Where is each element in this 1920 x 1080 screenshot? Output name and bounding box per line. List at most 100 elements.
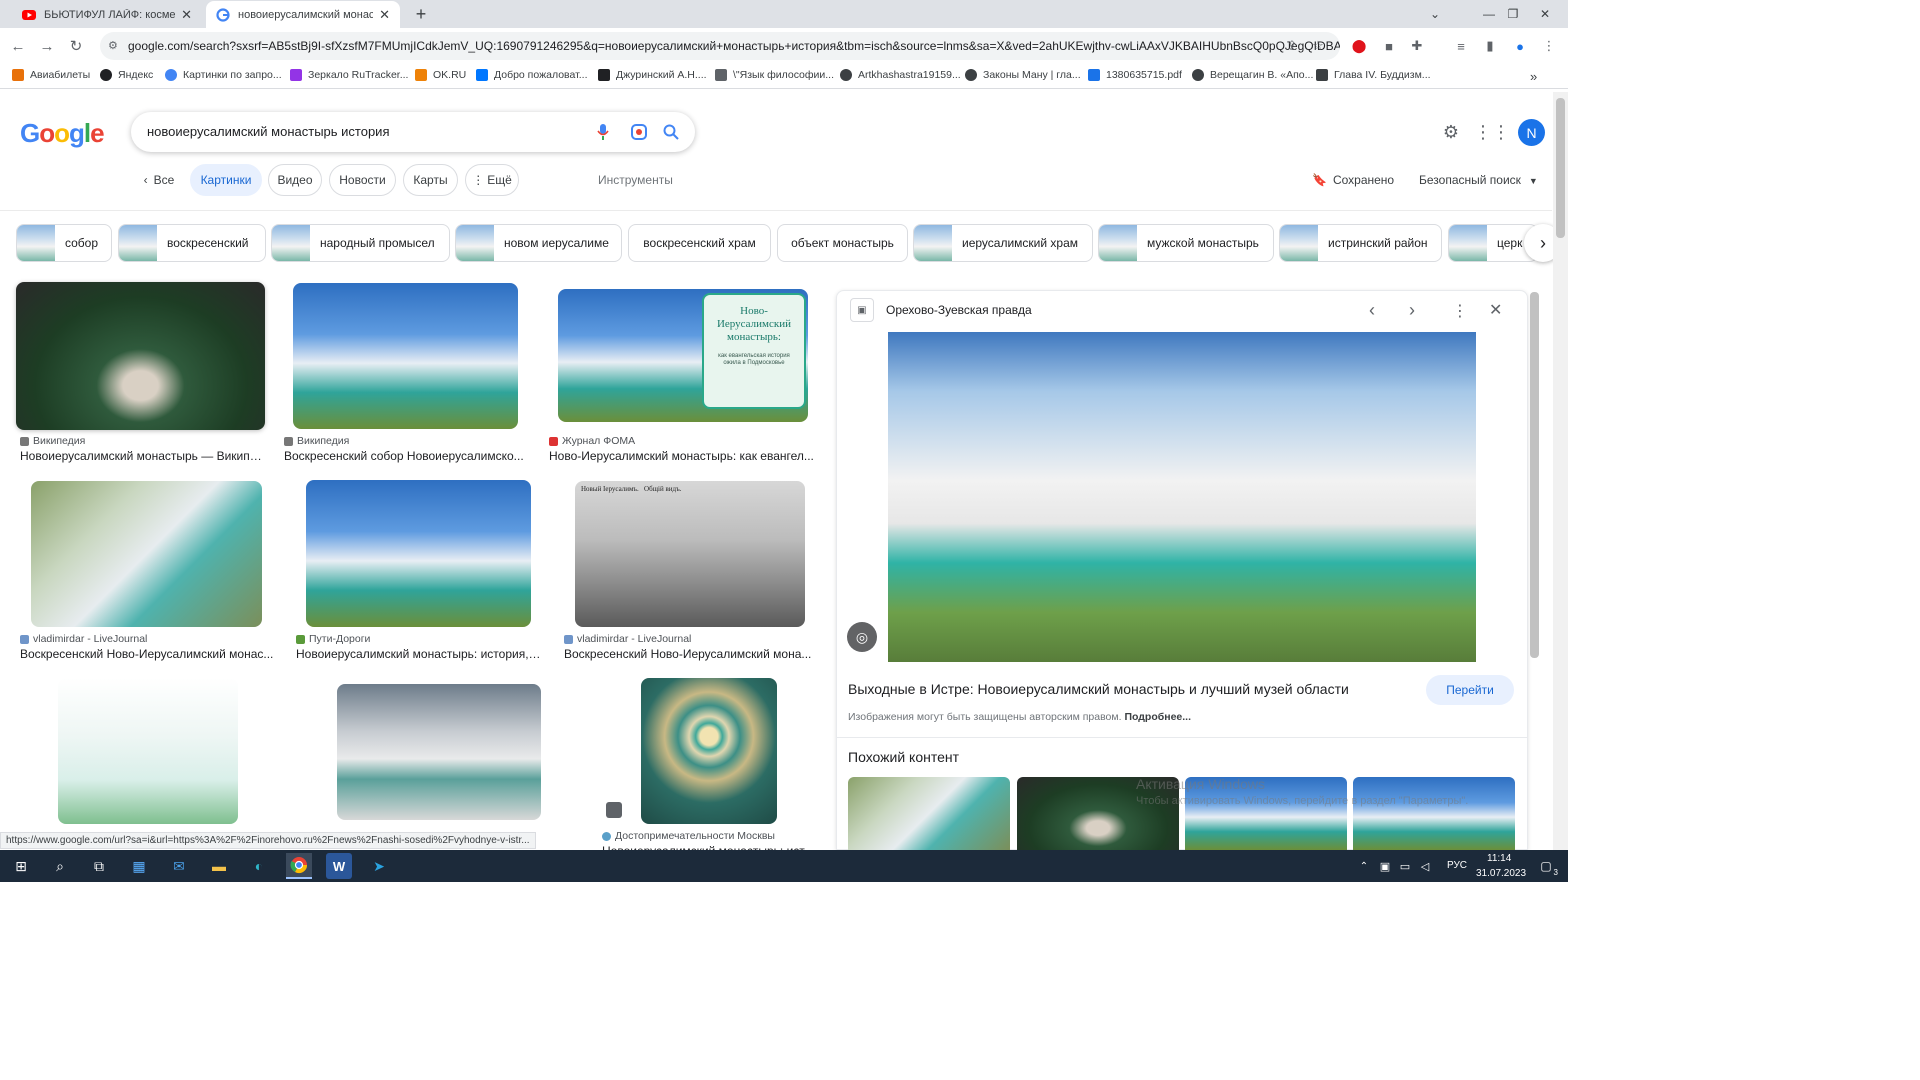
preview-image[interactable] (888, 332, 1476, 662)
related-chip[interactable]: мужской монастырь (1098, 224, 1274, 262)
search-input[interactable]: новоиерусалимский монастырь история (147, 124, 390, 139)
more-options-icon[interactable]: ⋮ (1452, 301, 1468, 321)
clock-date[interactable]: 31.07.2023 (1476, 868, 1526, 879)
profile-icon[interactable]: ● (1511, 37, 1529, 55)
display-icon[interactable]: ▭ (1396, 853, 1414, 879)
bookmark-item[interactable]: Яндекс (100, 69, 153, 81)
related-chip[interactable]: народный промысел (271, 224, 450, 262)
result-source[interactable]: vladimirdar - LiveJournal (564, 633, 691, 645)
filter-all[interactable]: ‹ Все (134, 164, 184, 196)
search-box[interactable]: новоиерусалимский монастырь история (131, 112, 695, 152)
bookmark-item[interactable]: Авиабилеты (12, 69, 90, 81)
tab-youtube[interactable]: БЬЮТИФУЛ ЛАЙФ: косметолог... ✕ (12, 1, 202, 28)
opera-icon[interactable]: ⬤ (1350, 37, 1368, 55)
panel-source[interactable]: Орехово-Зуевская правда (886, 303, 1032, 317)
next-image-button[interactable]: › (1409, 300, 1415, 321)
related-chip[interactable]: воскресенский (118, 224, 266, 262)
result-image[interactable] (31, 481, 262, 627)
lens-search-icon[interactable]: ◎ (847, 622, 877, 652)
filter-video[interactable]: Видео (268, 164, 322, 196)
menu-kebab-icon[interactable]: ⋮ (1540, 37, 1558, 55)
extension-badge-icon[interactable]: ■ (1380, 37, 1398, 55)
site-info-icon[interactable]: ⚙ (108, 39, 118, 52)
edge-icon[interactable]: ◐ (246, 853, 272, 879)
filter-maps[interactable]: Карты (403, 164, 458, 196)
network-icon[interactable]: ▣ (1376, 853, 1394, 879)
close-tab-icon[interactable]: ✕ (379, 7, 390, 23)
bookmark-item[interactable]: Зеркало RuTracker... (290, 69, 408, 81)
extensions-puzzle-icon[interactable]: ✚ (1408, 37, 1426, 55)
forward-icon[interactable]: → (35, 34, 59, 58)
learn-more-link[interactable]: Подробнее... (1124, 711, 1191, 723)
bookmark-item[interactable]: Добро пожаловат... (476, 69, 588, 81)
close-panel-icon[interactable]: ✕ (1489, 300, 1502, 320)
notifications-icon[interactable]: ▢ 3 (1533, 853, 1559, 879)
volume-icon[interactable]: ◁ (1416, 853, 1434, 879)
result-title[interactable]: Воскресенский Ново-Иерусалимский монас..… (20, 647, 278, 661)
filter-images[interactable]: Картинки (190, 164, 262, 196)
more-bookmarks-button[interactable]: » (1530, 69, 1537, 84)
bookmark-item[interactable]: Картинки по запро... (165, 69, 282, 81)
result-image[interactable] (306, 480, 531, 627)
related-chip[interactable]: новом иерусалиме (455, 224, 622, 262)
panel-scrollbar[interactable] (1530, 292, 1539, 658)
result-image[interactable]: Новый Іерусалимъ. Общій видъ. (575, 481, 805, 627)
side-panel-icon[interactable]: ▮ (1481, 37, 1499, 55)
chrome-icon[interactable] (286, 853, 312, 879)
close-window-button[interactable]: ✕ (1522, 0, 1568, 28)
panel-title[interactable]: Выходные в Истре: Новоиерусалимский мона… (848, 681, 1349, 697)
result-image[interactable] (337, 684, 541, 820)
result-source[interactable]: Википедия (284, 435, 349, 447)
related-chip[interactable]: воскресенский храм (628, 224, 771, 262)
back-icon[interactable]: ← (6, 34, 30, 58)
result-title[interactable]: Воскресенский Ново-Иерусалимский мона... (564, 647, 814, 661)
file-explorer-icon[interactable]: ▬ (206, 853, 232, 879)
mail-icon[interactable]: ✉ (166, 853, 192, 879)
result-source[interactable]: Журнал ФОМА (549, 435, 635, 447)
related-chip[interactable]: иерусалимский храм (913, 224, 1093, 262)
bookmark-item[interactable]: 1380635715.pdf (1088, 69, 1182, 81)
filter-more[interactable]: ⋮ Ещё (465, 164, 519, 196)
result-image[interactable] (16, 282, 265, 430)
bookmark-item[interactable]: \"Язык философии... (715, 69, 834, 81)
share-icon[interactable]: ⇪ (1283, 37, 1301, 55)
result-image[interactable] (641, 678, 777, 824)
apps-grid-icon[interactable]: ⋮⋮ (1474, 120, 1510, 144)
saved-button[interactable]: 🔖 Сохранено (1312, 173, 1394, 187)
settings-gear-icon[interactable]: ⚙ (1439, 120, 1463, 144)
safe-search-dropdown[interactable]: Безопасный поиск ▼ (1419, 173, 1538, 187)
result-source[interactable]: Достопримечательности Москвы (602, 830, 775, 842)
store-icon[interactable]: ▦ (126, 853, 152, 879)
word-icon[interactable]: W (326, 853, 352, 879)
avatar[interactable]: N (1518, 119, 1545, 146)
address-bar[interactable]: ⚙ google.com/search?sxsrf=AB5stBj9I-sfXz… (100, 32, 1340, 60)
result-image[interactable]: Ново-Иерусалимский монастырь: как еванге… (558, 289, 808, 422)
close-tab-icon[interactable]: ✕ (181, 7, 192, 23)
similar-image[interactable] (848, 777, 1010, 850)
result-source[interactable]: vladimirdar - LiveJournal (20, 633, 147, 645)
microphone-icon[interactable] (593, 122, 613, 142)
reload-icon[interactable]: ↻ (64, 34, 88, 58)
result-title[interactable]: Новоиерусалимский монастырь: история, ..… (296, 647, 541, 661)
related-chip[interactable]: истринский район (1279, 224, 1442, 262)
filter-news[interactable]: Новости (329, 164, 396, 196)
bookmark-star-icon[interactable]: ☆ (1309, 37, 1327, 55)
lens-camera-icon[interactable] (629, 122, 649, 142)
result-image[interactable] (58, 678, 238, 824)
bookmark-item[interactable]: Глава IV. Буддизм... (1316, 69, 1431, 81)
task-view-icon[interactable]: ⧉ (86, 853, 112, 879)
visit-button[interactable]: Перейти (1426, 675, 1514, 705)
telegram-icon[interactable]: ➤ (366, 853, 392, 879)
tools-button[interactable]: Инструменты (598, 173, 673, 187)
result-title[interactable]: Воскресенский собор Новоиерусалимско... (284, 449, 529, 463)
result-title[interactable]: Новоиерусалимский монастырь — Википе... (20, 449, 265, 463)
similar-image[interactable] (1353, 777, 1515, 850)
result-title[interactable]: Ново-Иерусалимский монастырь: как еванге… (549, 449, 817, 463)
page-scrollbar-thumb[interactable] (1556, 98, 1565, 238)
result-source[interactable]: Википедия (20, 435, 85, 447)
tab-google[interactable]: новоиерусалимский монастырь... ✕ (206, 1, 400, 28)
result-image[interactable] (293, 283, 518, 429)
prev-image-button[interactable]: ‹ (1369, 300, 1375, 321)
new-tab-button[interactable]: + (408, 1, 434, 28)
search-icon[interactable]: ⌕ (47, 853, 73, 879)
